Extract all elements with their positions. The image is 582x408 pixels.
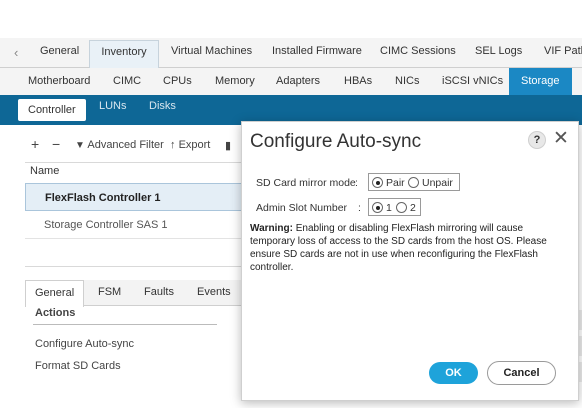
table-row[interactable]: FlexFlash Controller 1 xyxy=(25,183,255,211)
radio-unpair-label[interactable]: Unpair xyxy=(422,177,453,189)
configure-auto-sync-link[interactable]: Configure Auto-sync xyxy=(35,338,134,350)
tab-faults[interactable]: Faults xyxy=(144,286,174,298)
tab-controller[interactable]: Controller xyxy=(18,99,86,121)
actions-heading: Actions xyxy=(35,307,76,319)
tab-memory[interactable]: Memory xyxy=(215,75,255,87)
actions-divider xyxy=(33,324,217,325)
remove-button[interactable]: − xyxy=(52,136,60,152)
tab-fsm[interactable]: FSM xyxy=(98,286,121,298)
tab-sel-logs[interactable]: SEL Logs xyxy=(475,45,522,68)
mirror-mode-label: SD Card mirror mode xyxy=(256,177,356,189)
help-icon[interactable]: ? xyxy=(528,131,546,149)
list-divider xyxy=(25,266,255,267)
advanced-filter-button[interactable]: ▼ Advanced Filter xyxy=(75,139,164,151)
radio-slot-1-label[interactable]: 1 xyxy=(386,202,392,214)
ok-button[interactable]: OK xyxy=(429,362,478,384)
detail-tab-bar: General FSM Faults Events xyxy=(25,280,255,307)
tab-iscsi-vnics[interactable]: iSCSI vNICs xyxy=(442,75,503,87)
chevron-left-icon[interactable]: ‹ xyxy=(14,45,18,60)
tab-luns[interactable]: LUNs xyxy=(99,100,127,112)
tab-nics[interactable]: NICs xyxy=(395,75,419,87)
tab-motherboard[interactable]: Motherboard xyxy=(28,75,90,87)
filter-icon: ▼ xyxy=(75,140,85,151)
admin-slot-radio-group: 1 2 xyxy=(368,198,421,216)
export-label: Export xyxy=(178,139,211,151)
radio-unpair[interactable] xyxy=(408,177,419,188)
radio-slot-2[interactable] xyxy=(396,202,407,213)
radio-pair-label[interactable]: Pair xyxy=(386,177,405,189)
advanced-filter-label: Advanced Filter xyxy=(87,139,164,151)
tab-cpus[interactable]: CPUs xyxy=(163,75,192,87)
tab-general[interactable]: General xyxy=(40,45,79,68)
export-button[interactable]: ↑ Export xyxy=(170,139,210,151)
radio-slot-2-label[interactable]: 2 xyxy=(410,202,416,214)
format-sd-cards-link[interactable]: Format SD Cards xyxy=(35,360,121,372)
configure-auto-sync-dialog: Configure Auto-sync ? ✕ SD Card mirror m… xyxy=(241,121,579,401)
add-button[interactable]: + xyxy=(31,136,39,152)
toolbar-divider xyxy=(25,162,255,163)
tab-cimc-sessions[interactable]: CIMC Sessions xyxy=(380,45,456,68)
tab-installed-firmware[interactable]: Installed Firmware xyxy=(272,45,362,68)
tab-vif-paths[interactable]: VIF Paths xyxy=(544,45,582,68)
top-tab-bar: ‹ General Inventory Virtual Machines Ins… xyxy=(0,38,582,69)
tab-inventory[interactable]: Inventory xyxy=(89,40,159,69)
cancel-button[interactable]: Cancel xyxy=(487,361,556,385)
tab-storage[interactable]: Storage xyxy=(509,68,572,95)
warning-label: Warning: xyxy=(250,223,293,234)
print-icon[interactable]: ▮ xyxy=(225,139,231,152)
inventory-subtab-bar: Motherboard CIMC CPUs Memory Adapters HB… xyxy=(0,68,582,95)
tab-disks[interactable]: Disks xyxy=(149,100,176,112)
table-row[interactable]: Storage Controller SAS 1 xyxy=(25,211,255,239)
list-toolbar: + − ▼ Advanced Filter ↑ Export ▮ xyxy=(25,136,255,163)
warning-message: Warning: Enabling or disabling FlexFlash… xyxy=(250,222,568,274)
mirror-mode-radio-group: Pair Unpair xyxy=(368,173,460,191)
tab-events[interactable]: Events xyxy=(197,286,231,298)
tab-detail-general[interactable]: General xyxy=(25,280,85,307)
dialog-title: Configure Auto-sync xyxy=(250,131,422,152)
warning-text: Enabling or disabling FlexFlash mirrorin… xyxy=(250,223,547,273)
close-icon[interactable]: ✕ xyxy=(551,128,571,150)
admin-slot-colon: : xyxy=(358,202,361,214)
radio-pair[interactable] xyxy=(372,177,383,188)
export-icon: ↑ xyxy=(170,139,176,151)
tab-hbas[interactable]: HBAs xyxy=(344,75,372,87)
tab-adapters[interactable]: Adapters xyxy=(276,75,320,87)
column-header-name[interactable]: Name xyxy=(30,165,59,177)
admin-slot-label: Admin Slot Number xyxy=(256,202,348,214)
tab-virtual-machines[interactable]: Virtual Machines xyxy=(171,45,252,68)
tab-cimc[interactable]: CIMC xyxy=(113,75,141,87)
mirror-mode-colon: : xyxy=(355,177,358,189)
radio-slot-1[interactable] xyxy=(372,202,383,213)
